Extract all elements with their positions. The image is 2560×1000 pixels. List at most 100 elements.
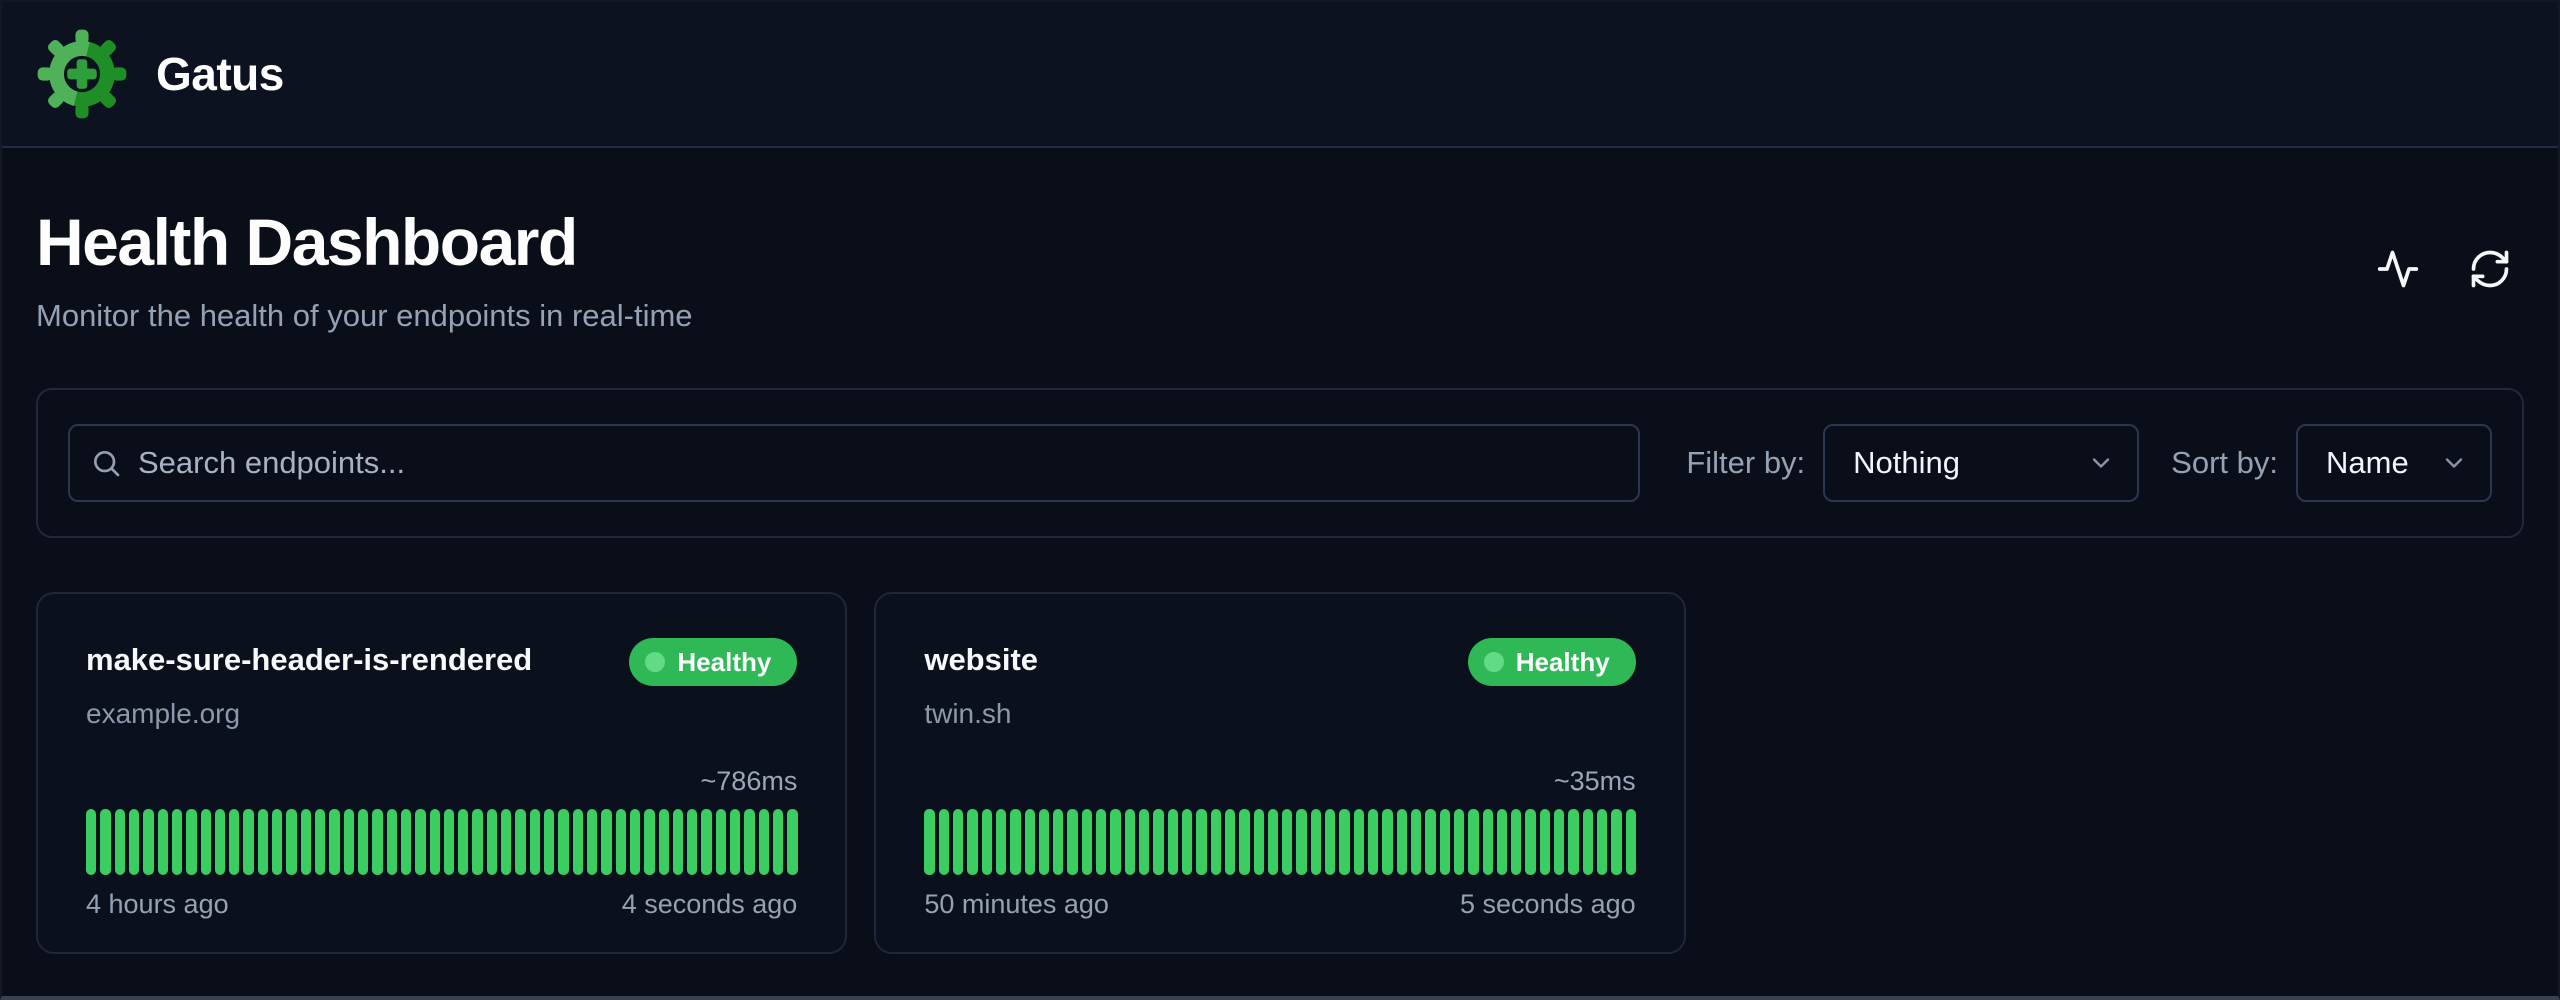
history-bar[interactable] [100,809,110,875]
history-bar[interactable] [1468,809,1478,875]
history-bar[interactable] [630,809,640,875]
endpoint-card[interactable]: make-sure-header-is-rendered Healthy exa… [36,592,847,954]
endpoint-card[interactable]: website Healthy twin.sh ~35ms 50 minutes… [874,592,1685,954]
history-bar[interactable] [1540,809,1550,875]
history-bar[interactable] [186,809,196,875]
history-bar[interactable] [1296,809,1306,875]
history-bar[interactable] [172,809,182,875]
history-bar[interactable] [1096,809,1106,875]
history-bar[interactable] [358,809,368,875]
refresh-icon[interactable] [2466,245,2514,293]
history-bar[interactable] [1368,809,1378,875]
history-bar[interactable] [544,809,554,875]
history-bar[interactable] [1440,809,1450,875]
history-bar[interactable] [1053,809,1063,875]
history-bar[interactable] [1611,809,1621,875]
history-bar[interactable] [444,809,454,875]
history-bar[interactable] [501,809,511,875]
history-bar[interactable] [430,809,440,875]
history-bar[interactable] [601,809,611,875]
history-bar[interactable] [1483,809,1493,875]
history-bar[interactable] [1325,809,1335,875]
history-bar[interactable] [1239,809,1249,875]
history-bar[interactable] [1225,809,1235,875]
history-bar[interactable] [1268,809,1278,875]
history-bar[interactable] [1454,809,1464,875]
history-bar[interactable] [787,809,797,875]
history-bar[interactable] [1010,809,1020,875]
activity-icon[interactable] [2374,245,2422,293]
history-bar[interactable] [301,809,311,875]
history-bar[interactable] [415,809,425,875]
history-bar[interactable] [515,809,525,875]
history-bar[interactable] [458,809,468,875]
history-bar[interactable] [587,809,597,875]
history-bar[interactable] [1525,809,1535,875]
history-bar[interactable] [1583,809,1593,875]
history-bar[interactable] [1067,809,1077,875]
history-bar[interactable] [1626,809,1636,875]
history-bar[interactable] [1196,809,1206,875]
history-bar[interactable] [115,809,125,875]
history-bar[interactable] [215,809,225,875]
history-bar[interactable] [1497,809,1507,875]
history-bar[interactable] [1511,809,1521,875]
history-bar[interactable] [1382,809,1392,875]
history-bar[interactable] [673,809,683,875]
history-bar[interactable] [530,809,540,875]
history-bar[interactable] [759,809,769,875]
history-bar[interactable] [286,809,296,875]
history-bar[interactable] [924,809,934,875]
sort-select[interactable]: Name [2296,424,2492,502]
history-bar[interactable] [487,809,497,875]
history-bar[interactable] [1554,809,1564,875]
history-bar[interactable] [701,809,711,875]
history-bar[interactable] [1311,809,1321,875]
history-bar[interactable] [687,809,697,875]
history-bar[interactable] [344,809,354,875]
history-bar[interactable] [1568,809,1578,875]
history-bar[interactable] [129,809,139,875]
history-bar[interactable] [1110,809,1120,875]
history-bar[interactable] [996,809,1006,875]
history-bar[interactable] [744,809,754,875]
history-bar[interactable] [1597,809,1607,875]
history-bar[interactable] [967,809,977,875]
history-bar[interactable] [616,809,626,875]
history-bar[interactable] [272,809,282,875]
history-bar[interactable] [939,809,949,875]
history-bar[interactable] [158,809,168,875]
history-bar[interactable] [1039,809,1049,875]
history-bar[interactable] [1411,809,1421,875]
history-bar[interactable] [1025,809,1035,875]
history-bar[interactable] [472,809,482,875]
history-bar[interactable] [953,809,963,875]
history-bar[interactable] [229,809,239,875]
history-bar[interactable] [558,809,568,875]
history-bar[interactable] [1168,809,1178,875]
history-bar[interactable] [1139,809,1149,875]
history-bar[interactable] [387,809,397,875]
history-bar[interactable] [401,809,411,875]
history-bar[interactable] [1354,809,1364,875]
history-bar[interactable] [1397,809,1407,875]
history-bar[interactable] [329,809,339,875]
history-bar[interactable] [644,809,654,875]
history-bar[interactable] [1282,809,1292,875]
history-bar[interactable] [1082,809,1092,875]
history-bar[interactable] [1254,809,1264,875]
history-bar[interactable] [716,809,726,875]
history-bar[interactable] [773,809,783,875]
history-bar[interactable] [1125,809,1135,875]
history-bar[interactable] [573,809,583,875]
history-bar[interactable] [315,809,325,875]
history-bar[interactable] [243,809,253,875]
search-input[interactable] [68,424,1640,502]
history-bar[interactable] [1425,809,1435,875]
history-bar[interactable] [1153,809,1163,875]
history-bar[interactable] [730,809,740,875]
history-bar[interactable] [372,809,382,875]
filter-select[interactable]: Nothing [1823,424,2139,502]
history-bar[interactable] [1211,809,1221,875]
history-bar[interactable] [1182,809,1192,875]
